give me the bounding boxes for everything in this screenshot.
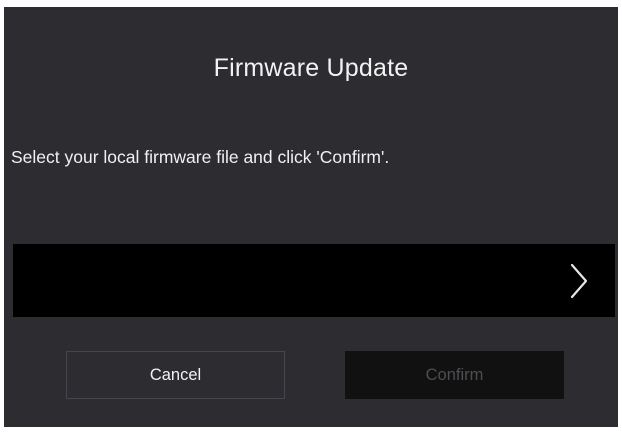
instruction-text: Select your local firmware file and clic…	[11, 147, 390, 167]
chevron-right-icon	[570, 263, 588, 299]
cancel-button[interactable]: Cancel	[66, 351, 285, 399]
firmware-update-dialog: Firmware Update Select your local firmwa…	[4, 7, 618, 427]
firmware-file-picker[interactable]	[13, 244, 615, 317]
confirm-button[interactable]: Confirm	[345, 351, 564, 399]
dialog-title: Firmware Update	[213, 54, 409, 82]
